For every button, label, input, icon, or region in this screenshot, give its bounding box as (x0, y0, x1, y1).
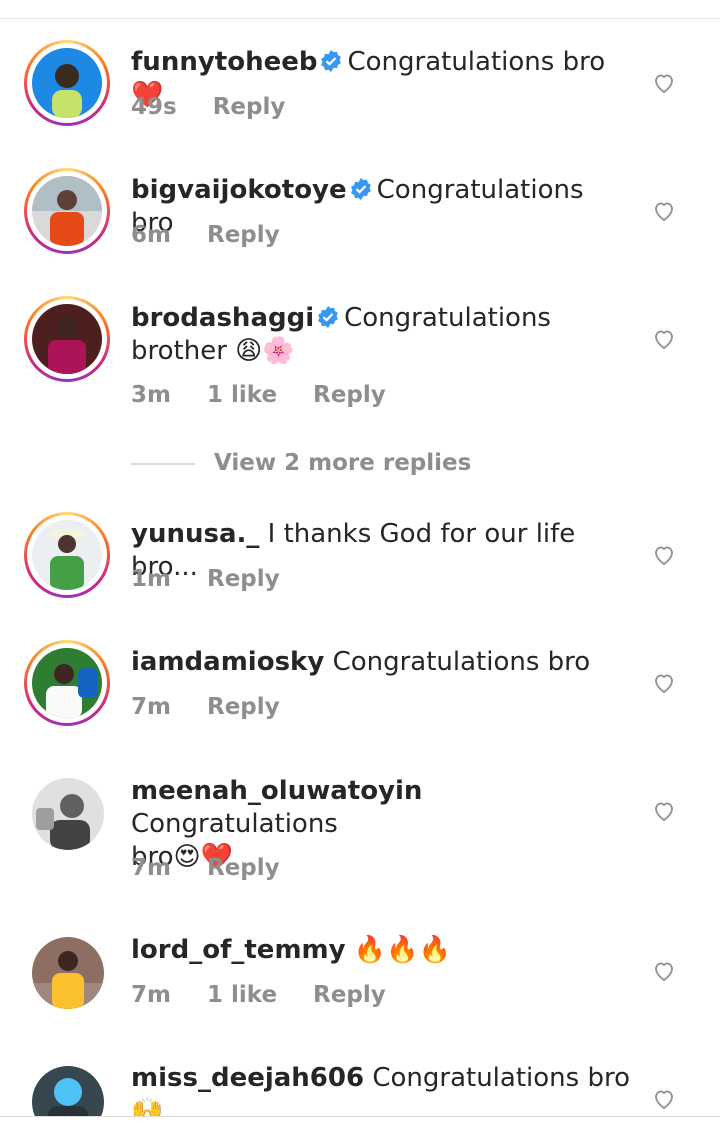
comment-username[interactable]: miss_deejah606 (131, 1063, 364, 1093)
bottom-divider (0, 1116, 720, 1117)
heart-outline-icon[interactable] (652, 1087, 676, 1111)
comment-item: miss_deejah606 Congratulations bro🙌 ❤️ (0, 0, 720, 1116)
comment-text: Congratulations bro (372, 1063, 630, 1093)
comment-emoji: 🙌 (131, 1096, 164, 1116)
avatar[interactable] (32, 1066, 104, 1116)
